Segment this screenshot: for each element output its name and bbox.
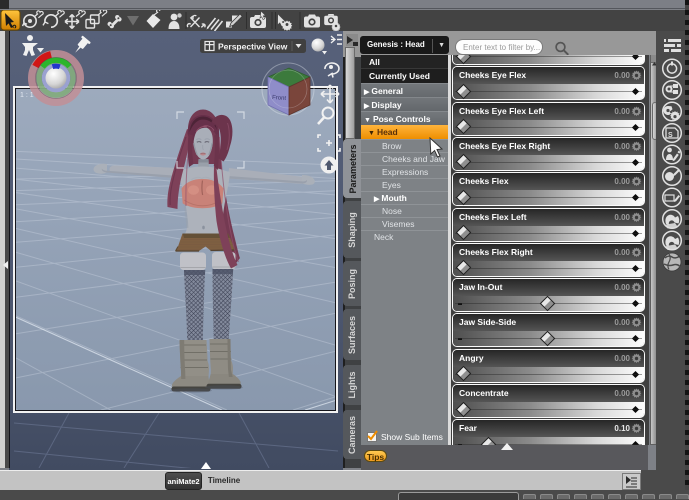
- svg-text:1 : 1: 1 : 1: [20, 92, 34, 99]
- svg-text:Front: Front: [272, 95, 287, 102]
- svg-text:Perspective View: Perspective View: [218, 41, 288, 51]
- svg-text:S: S: [668, 132, 673, 139]
